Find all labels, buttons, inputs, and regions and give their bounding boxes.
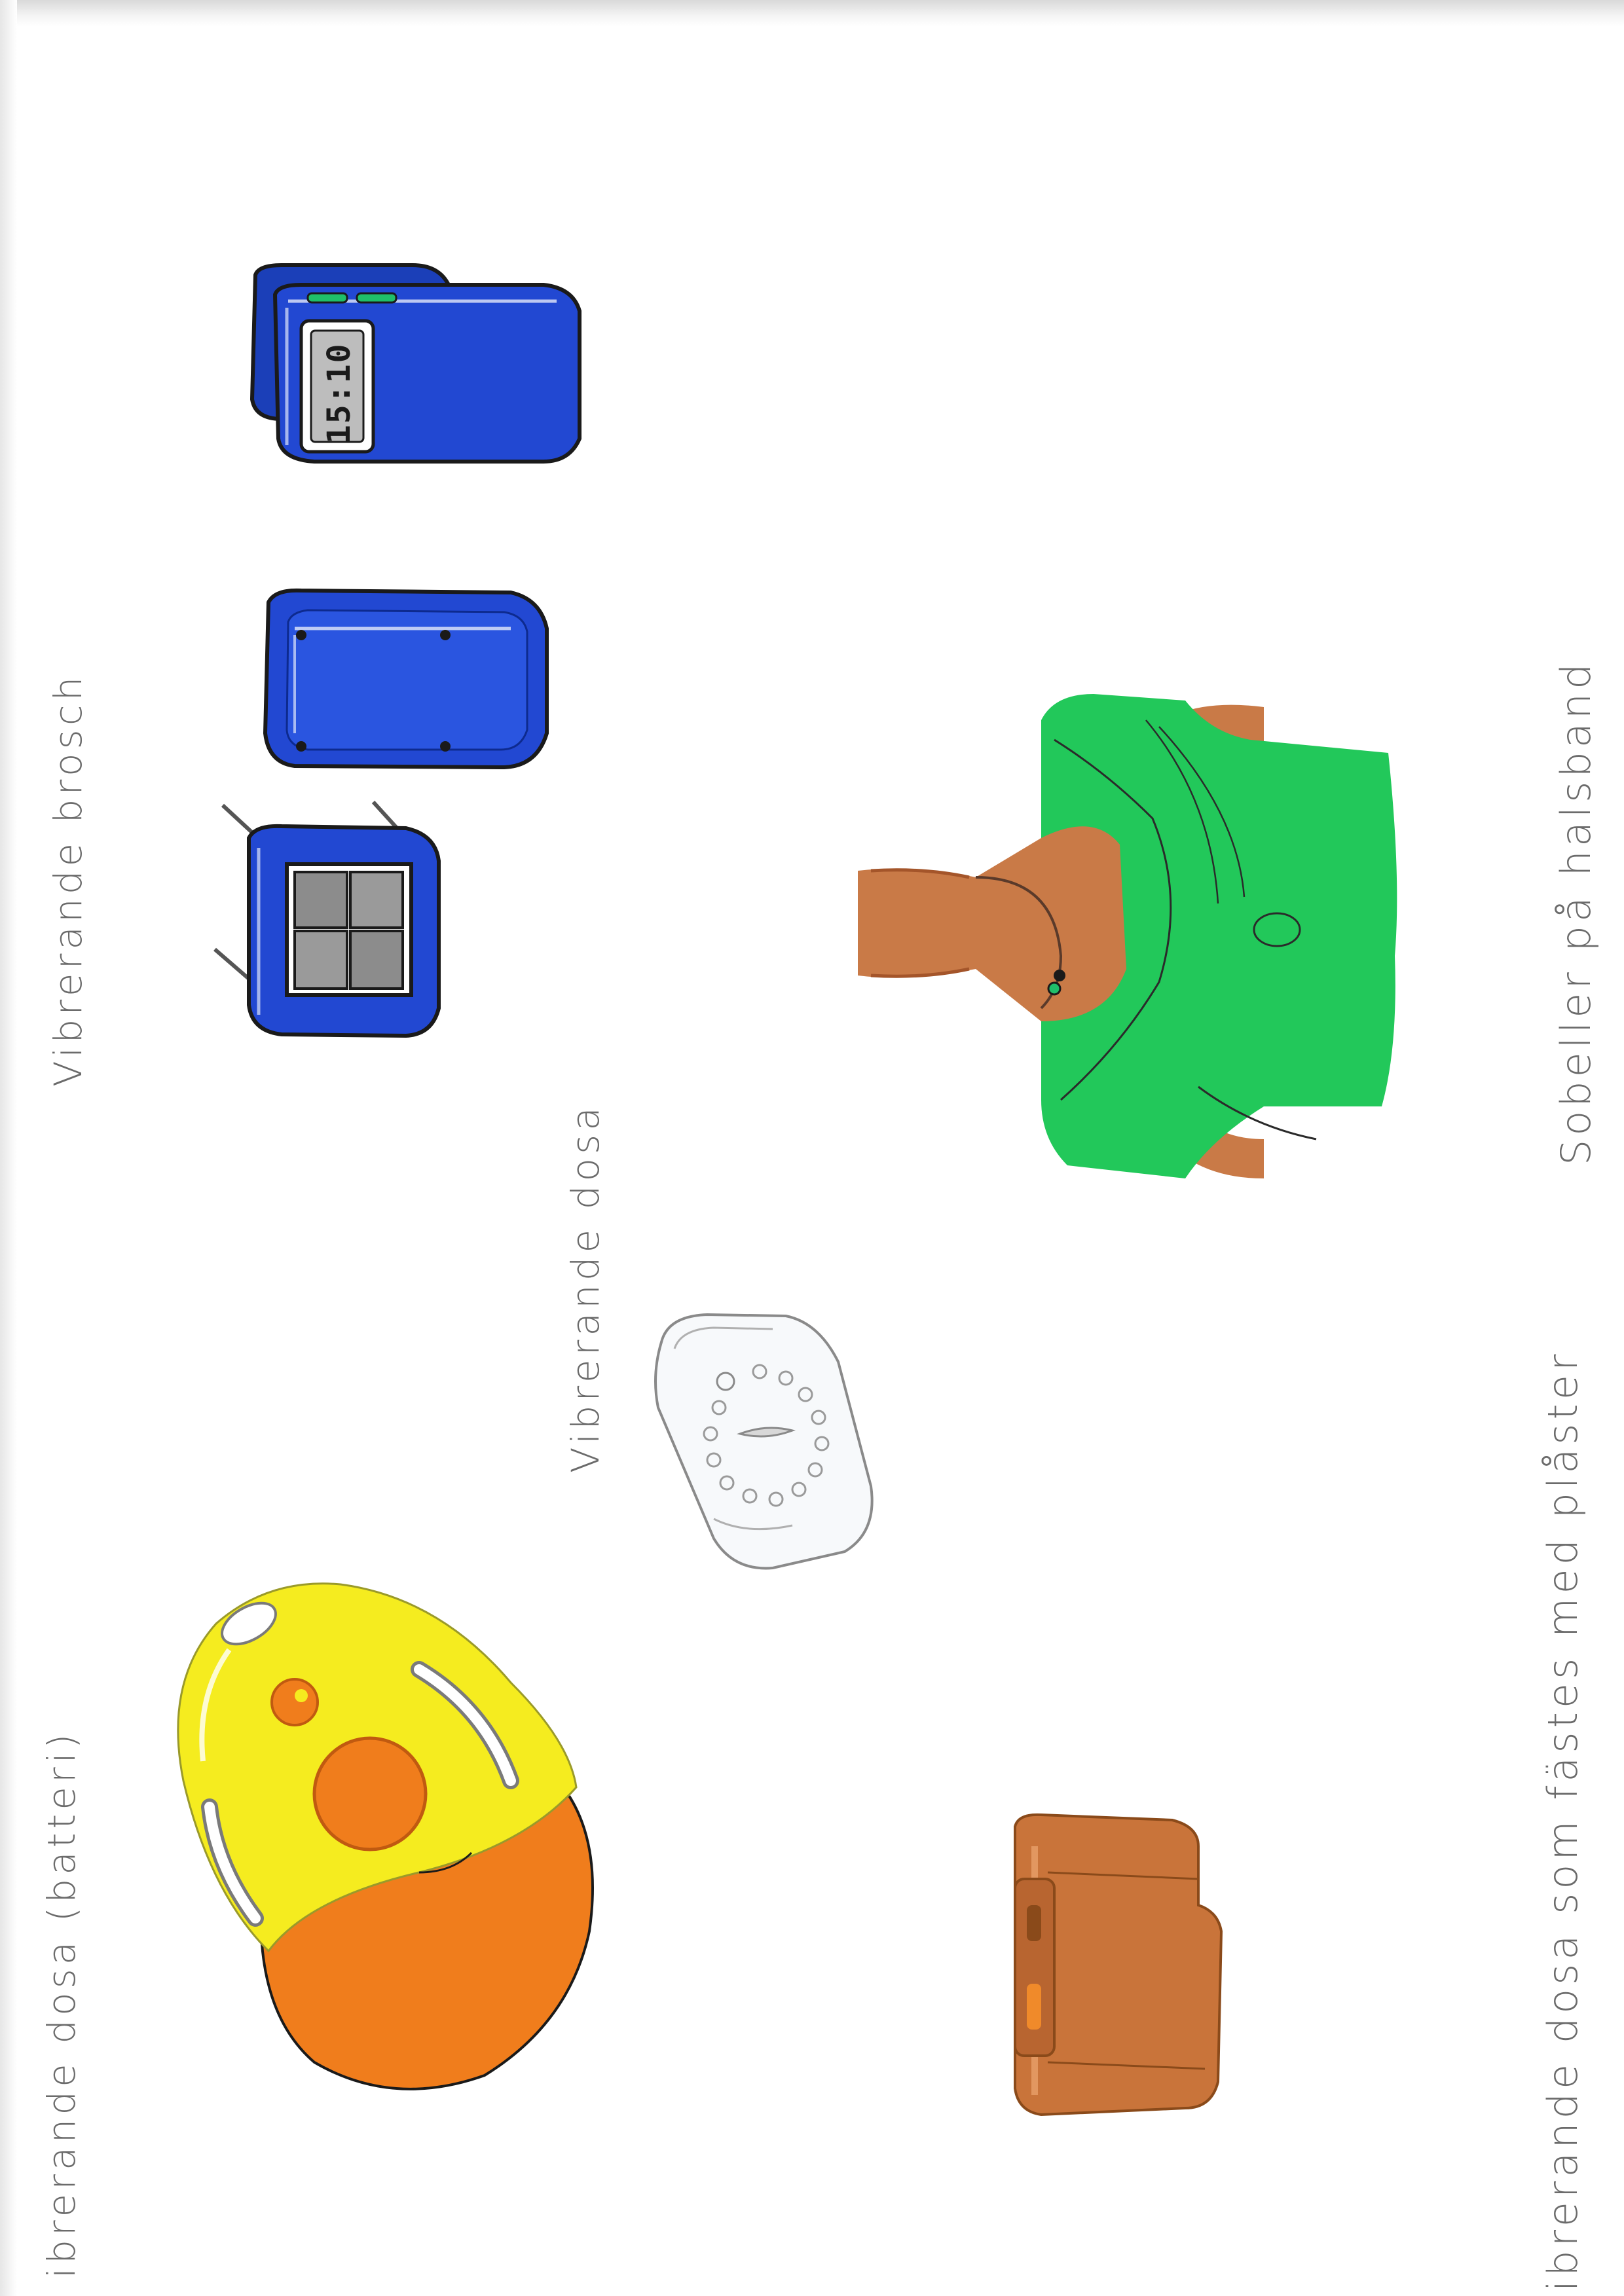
battery-dosa-sketch (144, 1565, 616, 2102)
label-plaster: ibrerande dosa som fästes med plåster (1539, 1350, 1587, 2291)
label-vibrerande-dosa: Vibrerande dosa (563, 1103, 608, 1473)
label-vibrerande-brosch: Vibrerande brosch (46, 672, 90, 1087)
plaster-dosa-sketch (1002, 1807, 1238, 2134)
label-halsband: Sobeller på halsband (1552, 659, 1600, 1165)
scan-edge-top (0, 0, 1624, 26)
label-dosa-batteri: ibrerande dosa (batteri) (39, 1730, 84, 2278)
white-dosa-sketch (642, 1303, 891, 1578)
clock-display-text: 15:10 (321, 342, 358, 445)
torso-necklace-sketch (845, 681, 1408, 1192)
brooch-back-sketch (249, 583, 557, 779)
brooch-pin-sketch (210, 799, 458, 1061)
brooch-clock-sketch: 15:10 (229, 255, 596, 478)
scan-edge-left (0, 0, 17, 2296)
